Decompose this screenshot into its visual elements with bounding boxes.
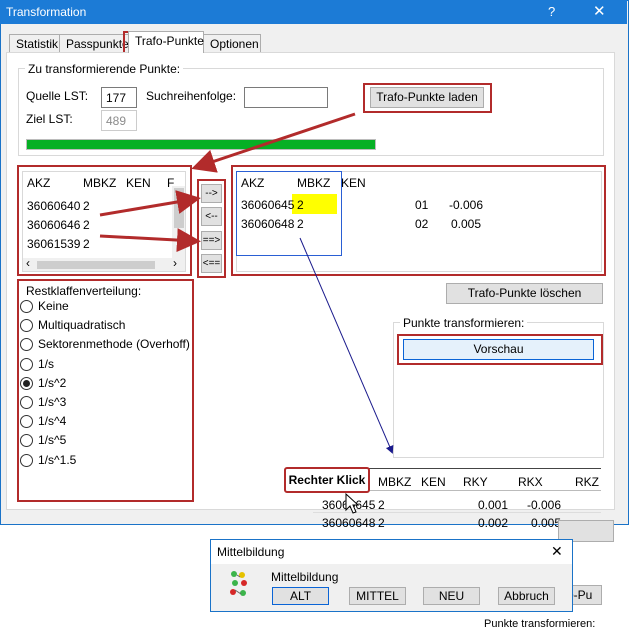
dialog-label: Mittelbildung — [271, 570, 339, 584]
window-title: Transformation — [6, 5, 87, 19]
radio-label[interactable]: 1/s — [38, 357, 54, 371]
radio-multiquadratisch[interactable] — [20, 319, 33, 332]
radio-label[interactable]: Sektorenmethode (Overhoff) — [38, 337, 190, 351]
partial-label: Punkte transformieren: — [484, 618, 596, 630]
right-click-tooltip: Rechter Klick — [284, 467, 370, 493]
partial-button-label: o-Pu — [573, 588, 593, 602]
mittelbildung-dialog: Mittelbildung ✕ Mittelbildung ALT MITTEL… — [210, 539, 573, 612]
column-header-ken[interactable]: KEN — [421, 475, 446, 489]
radio-label[interactable]: 1/s^5 — [38, 433, 66, 447]
radio-1-s[interactable] — [20, 358, 33, 371]
table-cell-rky[interactable]: 0.001 — [478, 498, 508, 512]
column-header-rkx[interactable]: RKX — [518, 475, 543, 489]
ziel-lst-label: Ziel LST: — [26, 112, 73, 126]
annotation-transfer-buttons — [197, 179, 226, 278]
ziel-lst-input: 489 — [101, 110, 137, 131]
transform-group-label: Punkte transformieren: — [400, 316, 528, 330]
progress-fill — [27, 140, 375, 149]
dialog-title-bar: Mittelbildung ✕ — [211, 540, 572, 564]
table-cell-mbkz[interactable]: 2 — [378, 498, 385, 512]
radio-label[interactable]: Keine — [38, 299, 69, 313]
radio-1-s-4[interactable] — [20, 415, 33, 428]
suchreihenfolge-label: Suchreihenfolge: — [146, 89, 237, 103]
radio-1-s-1-5[interactable] — [20, 454, 33, 467]
radio-1-s-5[interactable] — [20, 434, 33, 447]
radio-label[interactable]: Multiquadratisch — [38, 318, 125, 332]
radio-label[interactable]: 1/s^4 — [38, 414, 66, 428]
radio-1-s-2[interactable] — [20, 377, 33, 390]
table-cell-akz[interactable]: 36060648 — [322, 516, 375, 530]
abbruch-button[interactable]: Abbruch — [498, 587, 555, 605]
radio-label[interactable]: 1/s^2 — [38, 376, 66, 390]
table-cell-rkx[interactable]: -0.006 — [527, 498, 561, 512]
close-icon[interactable]: ✕ — [593, 2, 606, 20]
table-cell-mbkz[interactable]: 2 — [378, 516, 385, 530]
radio-label[interactable]: 1/s^3 — [38, 395, 66, 409]
column-header-rkz[interactable]: RKZ — [575, 475, 599, 489]
quelle-lst-input[interactable]: 177 — [101, 87, 137, 108]
title-bar: Transformation ? ✕ — [0, 0, 627, 24]
annotation-load-button — [363, 83, 492, 113]
partial-button[interactable]: o-Pu — [572, 585, 602, 605]
annotation-left-list — [17, 165, 192, 276]
table-cell-akz[interactable]: 36060645 — [322, 498, 375, 512]
dialog-title: Mittelbildung — [217, 545, 285, 559]
annotation-preview-button — [397, 334, 603, 365]
neu-button[interactable]: NEU — [423, 587, 480, 605]
delete-trafo-points-button[interactable]: Trafo-Punkte löschen — [446, 283, 603, 304]
mittel-button[interactable]: MITTEL — [349, 587, 406, 605]
radio-keine[interactable] — [20, 300, 33, 313]
help-icon[interactable]: ? — [548, 4, 555, 19]
annotation-right-list — [231, 165, 606, 276]
tab-passpunkte[interactable]: Passpunkte — [59, 34, 129, 53]
quelle-lst-label: Quelle LST: — [26, 89, 89, 103]
suchreihenfolge-input[interactable] — [244, 87, 328, 108]
dialog-close-icon[interactable]: ✕ — [551, 543, 563, 560]
restklaffen-label: Restklaffenverteilung: — [26, 284, 142, 298]
column-header-rky[interactable]: RKY — [463, 475, 488, 489]
tab-trafo-punkte[interactable]: Trafo-Punkte — [128, 31, 204, 53]
alt-button[interactable]: ALT — [272, 587, 329, 605]
radio-label[interactable]: 1/s^1.5 — [38, 453, 76, 467]
progress-bar — [26, 139, 376, 150]
tab-statistik[interactable]: Statistik — [9, 34, 60, 53]
table-cell-rkx[interactable]: 0.005 — [531, 516, 561, 530]
tab-optionen[interactable]: Optionen — [203, 34, 261, 53]
row-divider — [313, 512, 601, 513]
source-group-label: Zu transformierende Punkte: — [25, 62, 184, 76]
radio-1-s-3[interactable] — [20, 396, 33, 409]
mittelbildung-icon — [230, 571, 247, 596]
column-header-mbkz[interactable]: MBKZ — [378, 475, 411, 489]
table-cell-rky[interactable]: 0.002 — [478, 516, 508, 530]
radio-sektorenmethode-overhoff-[interactable] — [20, 338, 33, 351]
